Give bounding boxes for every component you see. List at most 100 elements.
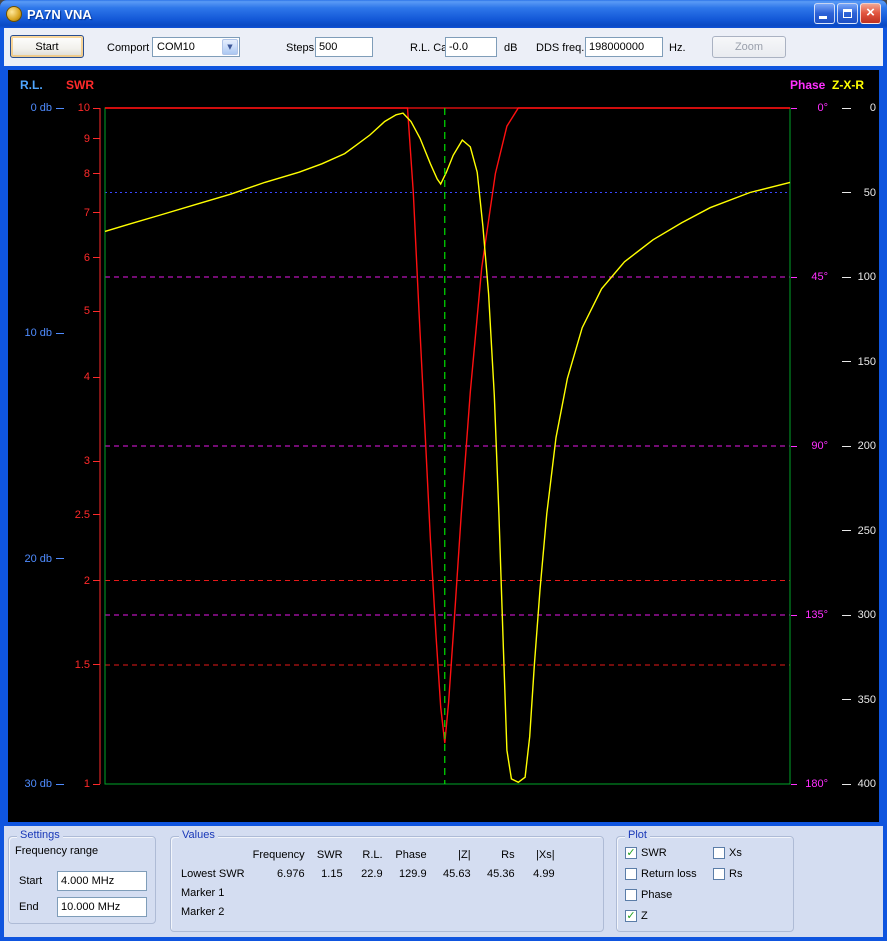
z-axis-tick (842, 615, 851, 616)
plot-frame: R.L. SWR Phase Z-X-R 0 db10 db20 db30 db… (4, 66, 883, 826)
end-freq-input[interactable] (57, 897, 147, 917)
start-freq-label: Start (19, 875, 42, 887)
vna-chart (8, 70, 879, 822)
rl-tick-label: 0 db (12, 101, 52, 115)
swr-tick-label: 3 (60, 454, 90, 468)
rl-tick-label: 10 db (12, 326, 52, 340)
z-tick-label: 350 (852, 693, 876, 707)
values-cell (345, 902, 385, 921)
values-cell (247, 902, 307, 921)
checkbox-icon[interactable] (713, 868, 725, 880)
values-row-label: Marker 1 (179, 883, 247, 902)
checkbox-label: Z (641, 910, 648, 922)
swr-axis-tick (93, 514, 100, 515)
app-window: PA7N VNA × Start Comport COM10 ▼ Steps R… (0, 0, 887, 941)
maximize-button[interactable] (837, 3, 858, 24)
swr-tick-label: 2.5 (60, 508, 90, 522)
comport-label: Comport (107, 42, 149, 54)
swr-tick-label: 2 (60, 574, 90, 588)
swr-axis-tick (93, 173, 100, 174)
values-col-header: Phase (385, 845, 429, 864)
checkbox-xs[interactable]: Xs (713, 847, 742, 859)
values-cell (473, 902, 517, 921)
rl-axis-tick (56, 558, 64, 559)
checkbox-label: SWR (641, 847, 667, 859)
zoom-button[interactable]: Zoom (712, 36, 786, 58)
swr-tick-label: 7 (60, 206, 90, 220)
z-tick-label: 50 (852, 186, 876, 200)
start-button[interactable]: Start (10, 35, 84, 58)
checkbox-rs[interactable]: Rs (713, 868, 742, 880)
phase-axis-tick (791, 446, 797, 447)
swr-axis-tick (93, 461, 100, 462)
values-col-header: Frequency (247, 845, 307, 864)
swr-axis-tick (93, 212, 100, 213)
checkbox-z[interactable]: Z (625, 910, 648, 922)
values-cell (345, 883, 385, 902)
rl-tick-label: 20 db (12, 552, 52, 566)
series-swr (105, 108, 790, 743)
swr-tick-label: 9 (60, 132, 90, 146)
checkbox-icon[interactable] (625, 910, 637, 922)
steps-label: Steps (286, 42, 314, 54)
values-cell (307, 883, 345, 902)
start-freq-input[interactable] (57, 871, 147, 891)
checkbox-icon[interactable] (625, 868, 637, 880)
dds-freq-label: DDS freq. (536, 42, 584, 54)
z-axis-tick (842, 361, 851, 362)
swr-axis-tick (93, 138, 100, 139)
values-cell (517, 902, 557, 921)
values-col-header: |Xs| (517, 845, 557, 864)
values-cell (307, 902, 345, 921)
values-corner-cell (179, 845, 247, 864)
end-freq-label: End (19, 901, 39, 913)
plot-options-body: SWR Return loss Phase Z Xs Rs (617, 837, 793, 931)
series-z (105, 113, 790, 782)
values-cell: 4.99 (517, 864, 557, 883)
z-tick-label: 250 (852, 524, 876, 538)
checkbox-label: Return loss (641, 868, 697, 880)
dds-freq-input[interactable] (585, 37, 663, 57)
client-area: Start Comport COM10 ▼ Steps R.L. Cal dB … (4, 28, 883, 937)
phase-axis-tick (791, 277, 797, 278)
values-col-header: Rs (473, 845, 517, 864)
plot-panel[interactable]: R.L. SWR Phase Z-X-R 0 db10 db20 db30 db… (8, 70, 879, 822)
values-cell: 6.976 (247, 864, 307, 883)
minimize-button[interactable] (814, 3, 835, 24)
swr-axis-tick (93, 784, 100, 785)
settings-group: Settings Frequency range Start End (8, 836, 156, 924)
comport-selected-value: COM10 (157, 41, 195, 53)
values-cell (429, 883, 473, 902)
close-button[interactable]: × (860, 3, 881, 24)
z-axis-tick (842, 446, 851, 447)
z-axis-tick (842, 699, 851, 700)
checkbox-icon[interactable] (625, 847, 637, 859)
rl-cal-input[interactable] (445, 37, 497, 57)
settings-caption: Settings (17, 829, 63, 841)
checkbox-icon[interactable] (713, 847, 725, 859)
plot-options-group: Plot SWRReturn lossPhaseZXsRs (616, 836, 794, 932)
swr-tick-label: 8 (60, 167, 90, 181)
checkbox-swr[interactable]: SWR (625, 847, 667, 859)
window-title: PA7N VNA (27, 7, 92, 22)
titlebar[interactable]: PA7N VNA × (0, 0, 887, 28)
checkbox-return-loss[interactable]: Return loss (625, 868, 697, 880)
z-axis-tick (842, 530, 851, 531)
swr-tick-label: 5 (60, 304, 90, 318)
swr-tick-label: 10 (60, 101, 90, 115)
swr-tick-label: 6 (60, 251, 90, 265)
z-axis-tick (842, 192, 851, 193)
checkbox-icon[interactable] (625, 889, 637, 901)
steps-input[interactable] (315, 37, 373, 57)
chevron-down-icon[interactable]: ▼ (222, 39, 238, 55)
z-axis-tick (842, 108, 851, 109)
checkbox-phase[interactable]: Phase (625, 889, 672, 901)
z-tick-label: 150 (852, 355, 876, 369)
swr-axis-tick (93, 257, 100, 258)
comport-select[interactable]: COM10 ▼ (152, 37, 240, 57)
bottom-panel: Settings Frequency range Start End Value… (4, 826, 883, 937)
values-row-label: Lowest SWR (179, 864, 247, 883)
values-col-header: |Z| (429, 845, 473, 864)
values-cell (385, 902, 429, 921)
z-tick-label: 300 (852, 608, 876, 622)
